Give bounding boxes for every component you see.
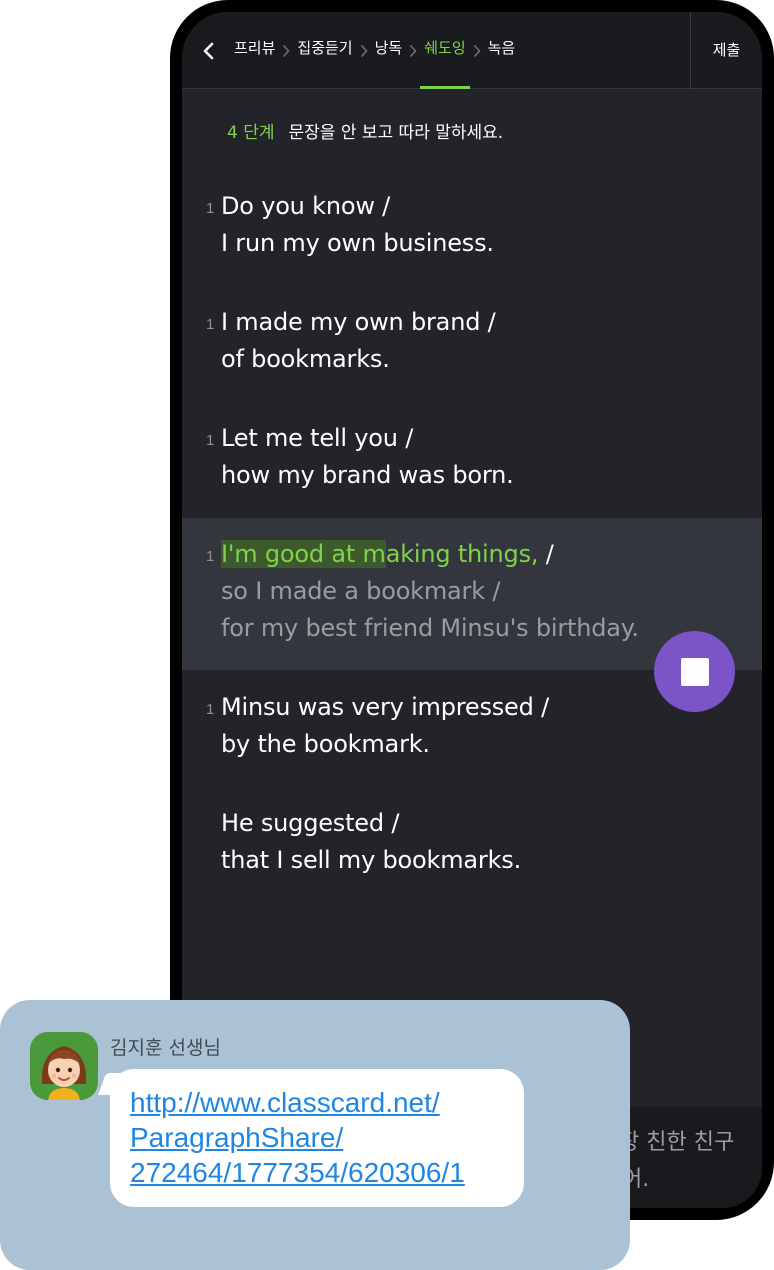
sentence-line: I run my own business. — [221, 229, 494, 257]
sentence-line-current: I'm good at making things, / — [221, 540, 554, 568]
sentence-item[interactable]: 1 Do you know / I run my own business. — [182, 192, 762, 282]
chevron-left-icon — [203, 42, 214, 60]
sentence-line-tail: / — [538, 540, 554, 568]
sentence-line: how my brand was born. — [221, 461, 514, 489]
sentence-line: by the bookmark. — [221, 730, 430, 758]
avatar-girl-icon — [30, 1032, 98, 1100]
spoken-text: aking things, — [385, 540, 539, 568]
sentence-number: 1 — [206, 432, 215, 449]
sentence-item[interactable]: 1 Let me tell you / how my brand was bor… — [182, 424, 762, 514]
message-bubble: http://www.classcard.net/ ParagraphShare… — [110, 1069, 524, 1207]
step-shadowing-tab[interactable]: 쉐도잉 — [420, 12, 471, 89]
step-preview-tab[interactable]: 프리뷰 — [234, 12, 275, 89]
sentence-line: so I made a bookmark / — [221, 577, 501, 605]
share-link[interactable]: http://www.classcard.net/ ParagraphShare… — [130, 1085, 520, 1190]
chevron-right-icon — [275, 12, 297, 89]
sentence-number: 1 — [206, 316, 215, 333]
sentence-line: for my best friend Minsu's birthday. — [221, 614, 639, 642]
sentence-line: Let me tell you / — [221, 424, 414, 452]
chat-message-overlay: 김지훈 선생님 http://www.classcard.net/ Paragr… — [0, 1000, 630, 1270]
sentence-number: 1 — [206, 200, 215, 217]
sentence-number: 1 — [206, 701, 215, 718]
submit-button[interactable]: 제출 — [691, 12, 762, 89]
sentence-number: 1 — [206, 548, 215, 565]
sentence-item[interactable]: 1 I made my own brand / of bookmarks. — [182, 308, 762, 398]
chevron-right-icon — [353, 12, 375, 89]
stage-label: 4 단계 — [227, 123, 275, 143]
stage-instruction: 4 단계 문장을 안 보고 따라 말하세요. — [227, 118, 503, 143]
instruction-text: 문장을 안 보고 따라 말하세요. — [288, 123, 504, 143]
chevron-right-icon — [402, 12, 424, 89]
sentence-line: I made my own brand / — [221, 308, 496, 336]
sentence-line: Minsu was very impressed / — [221, 693, 549, 721]
top-navigation-bar: 프리뷰 집중듣기 낭독 쉐도잉 녹음 제출 — [182, 12, 762, 89]
back-button[interactable] — [192, 34, 226, 68]
spoken-highlight: I'm good at m — [221, 540, 386, 568]
step-focused-listening-tab[interactable]: 집중듣기 — [297, 12, 352, 89]
step-recording-tab[interactable]: 녹음 — [488, 12, 516, 89]
sentence-line: He suggested / — [221, 809, 400, 837]
chevron-right-icon — [466, 12, 488, 89]
sentence-item[interactable]: He suggested / that I sell my bookmarks. — [182, 809, 762, 899]
stop-recording-button[interactable] — [654, 631, 735, 712]
teacher-avatar — [30, 1032, 98, 1100]
sentence-line: that I sell my bookmarks. — [221, 846, 522, 874]
sentence-line: of bookmarks. — [221, 345, 390, 373]
sender-name: 김지훈 선생님 — [110, 1037, 221, 1059]
step-breadcrumb: 프리뷰 집중듣기 낭독 쉐도잉 녹음 — [234, 12, 515, 89]
stop-icon — [680, 657, 709, 686]
sentence-line: Do you know / — [221, 192, 391, 220]
step-read-aloud-tab[interactable]: 낭독 — [375, 12, 403, 89]
translation-text: 장 친한 친구 — [619, 1130, 735, 1155]
